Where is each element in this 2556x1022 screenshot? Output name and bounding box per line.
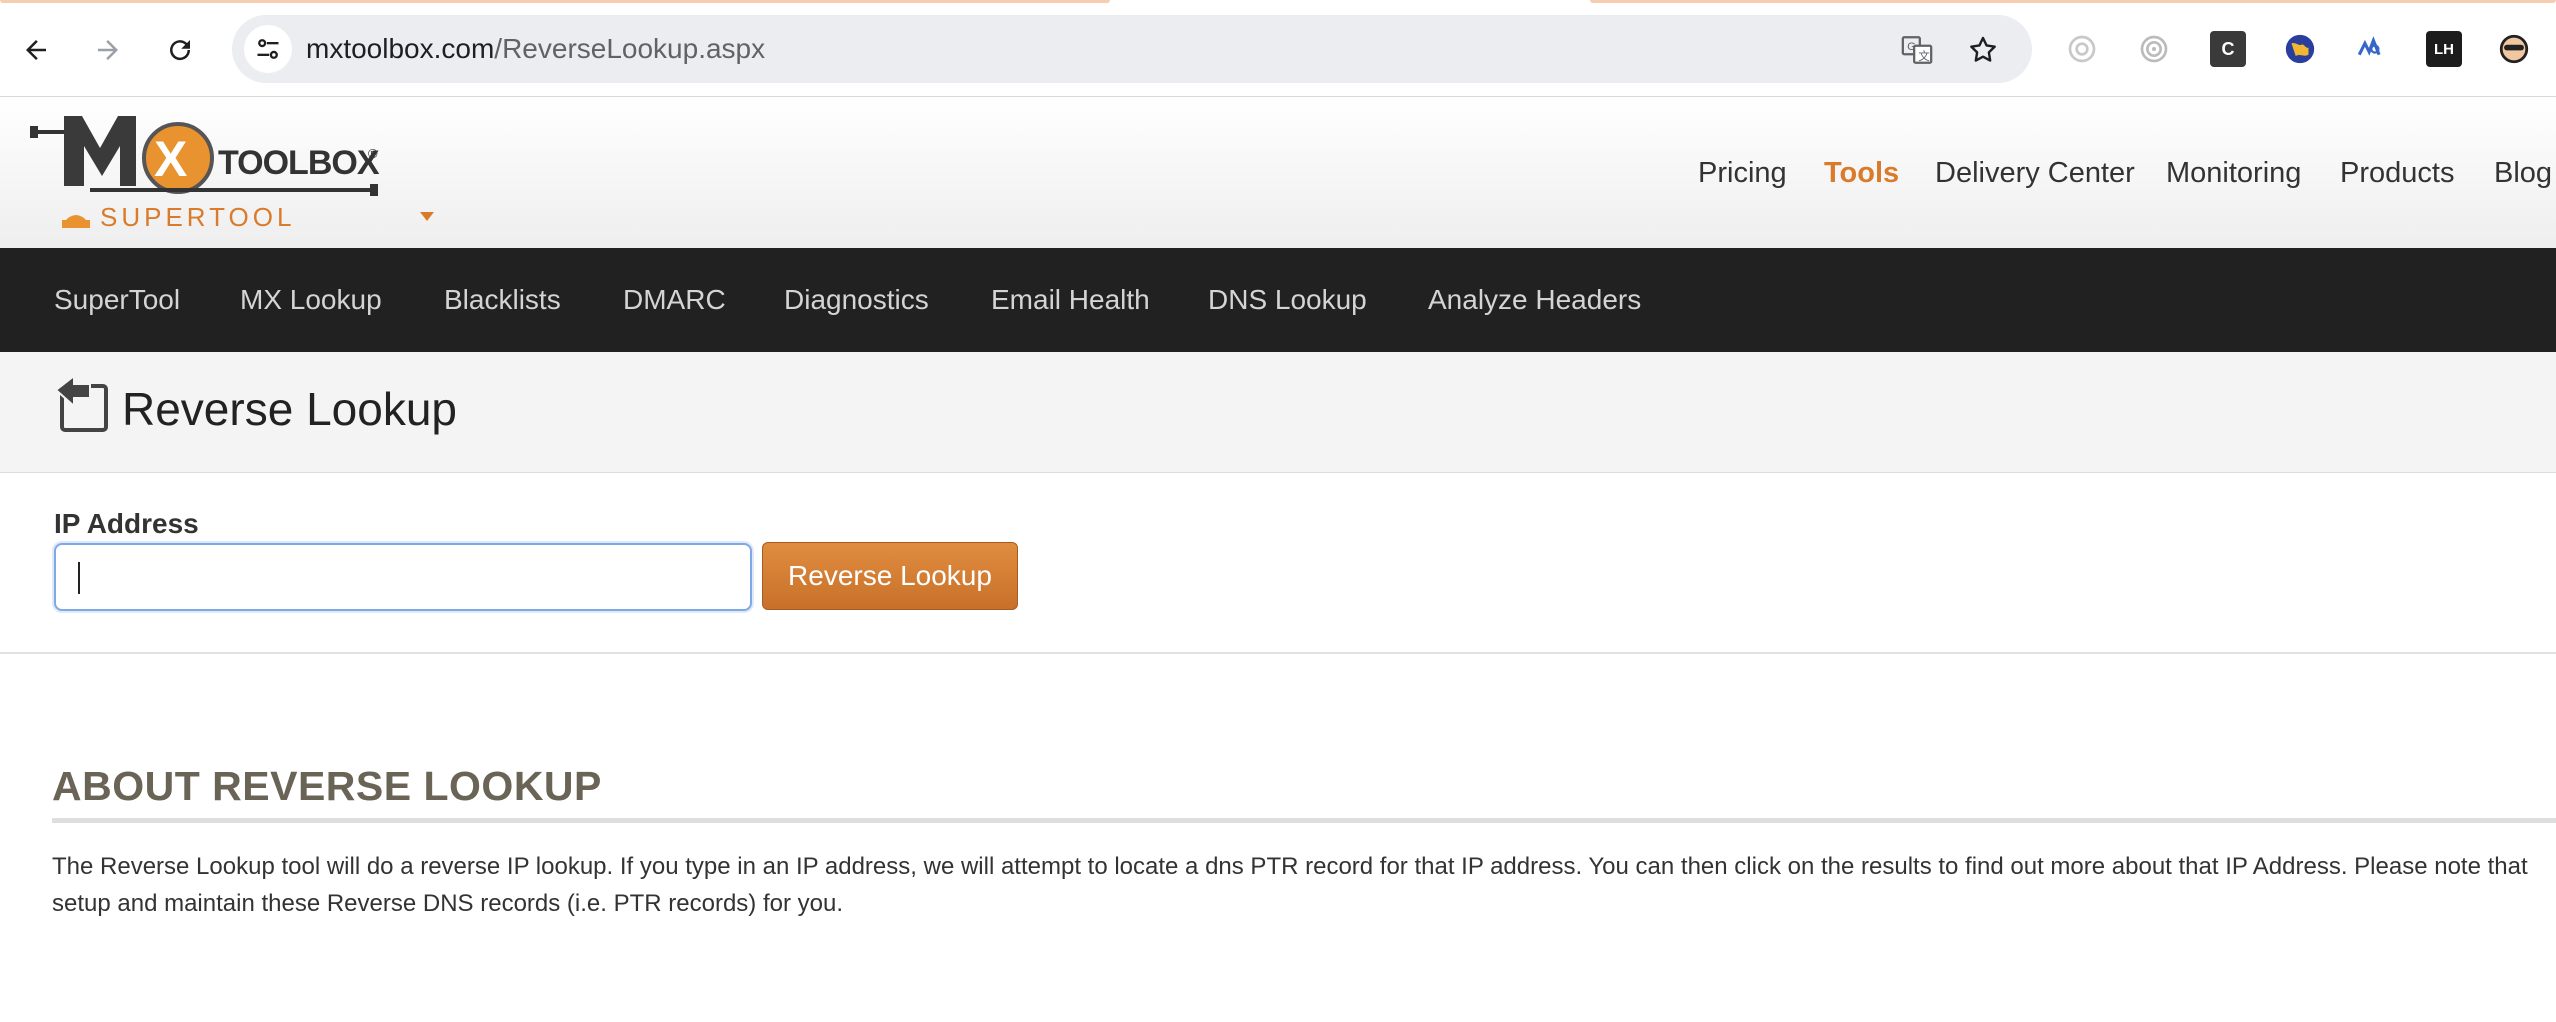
- globe-ext-icon[interactable]: [2282, 31, 2318, 67]
- chevron-down-icon[interactable]: [420, 212, 434, 221]
- form-divider: [0, 652, 2556, 654]
- ip-address-input[interactable]: [56, 545, 750, 609]
- logo-toolbox-text: TOOLBOX: [218, 144, 380, 182]
- nav-monitoring[interactable]: Monitoring: [2166, 157, 2301, 190]
- nav-delivery-center[interactable]: Delivery Center: [1935, 157, 2135, 190]
- browser-toolbar: mxtoolbox.com/ReverseLookup.aspx G 文 C L…: [0, 0, 2556, 97]
- subnav-diagnostics[interactable]: Diagnostics: [784, 284, 929, 316]
- about-divider: [52, 818, 2556, 823]
- supertool-hat-icon: [62, 215, 90, 228]
- text-caret: [78, 562, 80, 594]
- site-info-button[interactable]: [244, 25, 292, 73]
- nav-tools[interactable]: Tools: [1824, 157, 1899, 190]
- gear-ext-icon[interactable]: [2064, 31, 2100, 67]
- address-bar[interactable]: mxtoolbox.com/ReverseLookup.aspx G 文: [232, 15, 2032, 83]
- ip-address-input-wrapper[interactable]: [54, 543, 752, 611]
- page-title: Reverse Lookup: [122, 383, 457, 435]
- forward-arrow-icon: [98, 40, 118, 60]
- reload-icon: [170, 40, 191, 61]
- subnav-supertool[interactable]: SuperTool: [54, 284, 180, 316]
- ip-address-label: IP Address: [54, 508, 199, 539]
- tab-strip-accent: [1590, 0, 2556, 3]
- back-arrow-icon: [26, 40, 46, 60]
- bookmark-star-button[interactable]: [1966, 33, 2000, 67]
- c-ext-icon[interactable]: C: [2210, 31, 2246, 67]
- tab-strip-accent: [0, 0, 1110, 3]
- spy-ext-icon[interactable]: [2496, 31, 2532, 67]
- url-text: mxtoolbox.com/ReverseLookup.aspx: [306, 33, 765, 65]
- svg-text:文: 文: [1918, 49, 1929, 63]
- target-ext-icon[interactable]: [2136, 31, 2172, 67]
- nav-pricing[interactable]: Pricing: [1698, 157, 1787, 190]
- svg-text:®: ®: [368, 146, 378, 161]
- url-path: /ReverseLookup.aspx: [494, 33, 766, 64]
- subnav-analyze-headers[interactable]: Analyze Headers: [1428, 284, 1641, 316]
- star-icon: [1970, 36, 1996, 62]
- back-button[interactable]: [10, 24, 62, 76]
- about-heading: ABOUT REVERSE LOOKUP: [52, 763, 602, 809]
- subnav-dmarc[interactable]: DMARC: [623, 284, 726, 316]
- mxtoolbox-logo[interactable]: X TOOLBOX ® SUPERTOOL: [30, 108, 450, 238]
- reverse-lookup-button[interactable]: Reverse Lookup: [762, 542, 1018, 610]
- about-description: The Reverse Lookup tool will do a revers…: [52, 853, 2528, 917]
- tune-icon: [257, 39, 279, 59]
- nav-products[interactable]: Products: [2340, 157, 2454, 190]
- subnav-blacklists[interactable]: Blacklists: [444, 284, 561, 316]
- nav-blog[interactable]: Blog: [2494, 157, 2552, 190]
- wave-ext-icon[interactable]: [2354, 31, 2390, 67]
- translate-icon: G 文: [1901, 36, 1933, 64]
- svg-text:X: X: [154, 131, 187, 187]
- subnav-mx-lookup[interactable]: MX Lookup: [240, 284, 382, 316]
- logo-supertool-text: SUPERTOOL: [100, 202, 295, 232]
- url-host: mxtoolbox.com: [306, 33, 495, 64]
- subnav-email-health[interactable]: Email Health: [991, 284, 1150, 316]
- forward-button[interactable]: [82, 24, 134, 76]
- subnav-dns-lookup[interactable]: DNS Lookup: [1208, 284, 1367, 316]
- lh-ext-icon[interactable]: LH: [2426, 31, 2462, 67]
- tools-nav-bar: SuperTool MX Lookup Blacklists DMARC Dia…: [0, 248, 2556, 352]
- translate-button[interactable]: G 文: [1900, 33, 1934, 67]
- lh-ext-label: LH: [2434, 40, 2454, 58]
- reverse-arrow-icon: [54, 373, 108, 432]
- reload-button[interactable]: [154, 24, 206, 76]
